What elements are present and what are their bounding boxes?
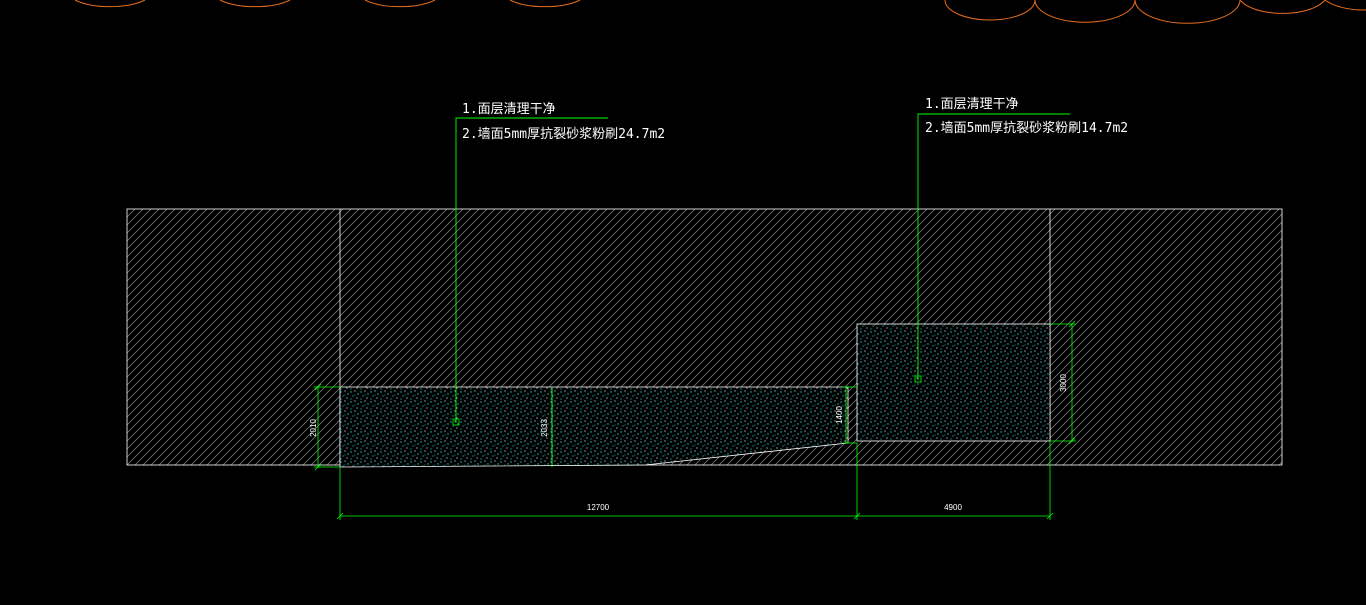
- dim-step-height: 1400: [835, 406, 844, 424]
- cad-drawing: 2010 2033 1400 3000 12700 4900 1.面层清理干净 …: [74, 0, 1366, 520]
- dim-right-height: 3000: [1059, 374, 1068, 392]
- dim-mid-height: 2033: [540, 419, 549, 437]
- dim-left-height: 2010: [309, 419, 318, 437]
- dim-right-width: 4900: [944, 503, 962, 512]
- note-right-line2: 2.墙面5mm厚抗裂砂浆粉刷14.7m2: [925, 121, 1128, 136]
- top-arcs: [74, 0, 1366, 24]
- note-left-line1: 1.面层清理干净: [462, 102, 556, 117]
- plaster-area-right: [856, 323, 1051, 442]
- dim-left-width: 12700: [587, 503, 610, 512]
- note-right-line1: 1.面层清理干净: [925, 97, 1019, 112]
- note-left-line2: 2.墙面5mm厚抗裂砂浆粉刷24.7m2: [462, 127, 665, 142]
